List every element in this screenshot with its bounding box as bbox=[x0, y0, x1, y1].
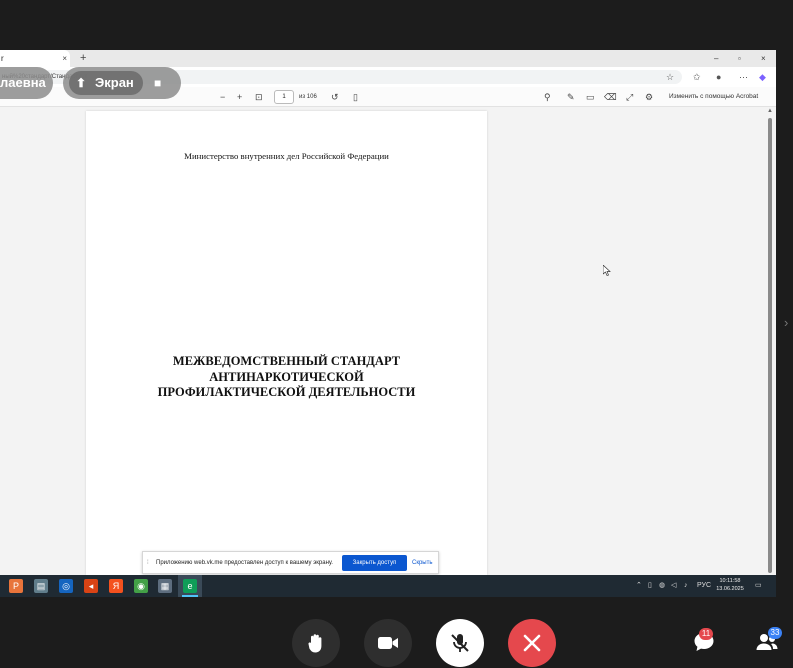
favorite-star-icon[interactable]: ☆ bbox=[666, 71, 674, 83]
tray-expand-icon[interactable]: ⌃ bbox=[636, 579, 642, 593]
new-tab-button[interactable]: + bbox=[80, 50, 86, 67]
active-indicator bbox=[182, 595, 198, 597]
clock-date: 13.06.2025 bbox=[716, 586, 744, 592]
favorites-icon[interactable]: ✩ bbox=[693, 71, 701, 83]
call-screen: r × + – ▫ × ный%20стандарт/Стандарт.pdf … bbox=[0, 0, 793, 668]
fullscreen-icon[interactable]: ⤢ bbox=[626, 90, 633, 104]
shared-browser-window: r × + – ▫ × ный%20стандарт/Стандарт.pdf … bbox=[0, 50, 776, 597]
zoom-in-button[interactable]: + bbox=[237, 90, 242, 104]
edge-icon[interactable]: e bbox=[183, 579, 197, 593]
fit-page-icon[interactable]: ⊡ bbox=[255, 90, 263, 104]
mic-tray-icon[interactable]: ♪ bbox=[684, 579, 688, 593]
hide-notice-link[interactable]: Скрыть bbox=[412, 555, 432, 571]
scroll-up-icon[interactable]: ▲ bbox=[766, 108, 774, 114]
pdf-page: Министерство внутренних дел Российской Ф… bbox=[86, 111, 487, 575]
chat-count-badge: 11 bbox=[699, 628, 713, 640]
notifications-icon[interactable]: ▭ bbox=[755, 579, 762, 593]
chevron-right-icon[interactable]: › bbox=[784, 315, 788, 330]
erase-icon[interactable]: ⌫ bbox=[604, 90, 617, 104]
settings-gear-icon[interactable]: ⚙ bbox=[645, 90, 653, 104]
profile-icon[interactable]: ● bbox=[716, 71, 721, 83]
taskbar-clock[interactable]: 10:11:58 13.06.2025 bbox=[712, 577, 748, 593]
search-icon[interactable]: ⚲ bbox=[544, 90, 551, 104]
language-indicator[interactable]: РУС bbox=[697, 579, 711, 593]
scrollbar-thumb[interactable] bbox=[768, 118, 772, 573]
app-icon-calculator[interactable]: ▦ bbox=[158, 579, 172, 593]
clock-time: 10:11:58 bbox=[719, 578, 741, 584]
app-icon-media[interactable]: ◂ bbox=[84, 579, 98, 593]
zoom-out-button[interactable]: − bbox=[220, 90, 225, 104]
camera-button[interactable] bbox=[364, 619, 412, 667]
mouse-cursor-icon bbox=[603, 265, 611, 276]
screen-share-notification: ⁞ Приложению web.vk.me предоставлен дост… bbox=[142, 551, 439, 574]
tab-close-icon[interactable]: × bbox=[62, 50, 67, 67]
more-menu-icon[interactable]: ⋯ bbox=[739, 71, 748, 83]
microphone-button[interactable] bbox=[436, 619, 484, 667]
scrollbar[interactable]: ▲ bbox=[766, 108, 774, 575]
rotate-icon[interactable]: ↺ bbox=[331, 90, 339, 104]
drag-handle-icon[interactable]: ⁞ bbox=[147, 556, 149, 570]
close-icon bbox=[523, 634, 541, 652]
stop-sharing-button[interactable]: Закрыть доступ bbox=[342, 555, 407, 571]
document-title: МЕЖВЕДОМСТВЕННЫЙ СТАНДАРТ АНТИНАРКОТИЧЕС… bbox=[86, 354, 487, 401]
title-line-3: ПРОФИЛАКТИЧЕСКОЙ ДЕЯТЕЛЬНОСТИ bbox=[157, 385, 416, 399]
network-icon[interactable]: ◍ bbox=[659, 579, 665, 593]
tray-icon-1[interactable]: ▯ bbox=[648, 579, 652, 593]
tab-bar: r × + – ▫ × bbox=[0, 50, 776, 67]
chat-button[interactable]: 11 bbox=[692, 628, 716, 659]
draw-icon[interactable]: ✎ bbox=[567, 90, 575, 104]
video-camera-icon bbox=[378, 637, 398, 649]
highlight-icon[interactable]: ▭ bbox=[586, 90, 595, 104]
camera-small-icon[interactable]: ■ bbox=[154, 67, 161, 99]
volume-icon[interactable]: ◁ bbox=[671, 579, 676, 593]
mic-off-icon bbox=[451, 634, 469, 652]
participant-name: лаевна bbox=[0, 75, 46, 90]
screen-share-chip[interactable]: ⬆ Экран ■ bbox=[63, 67, 181, 99]
screen-share-icon: ⬆ bbox=[76, 76, 87, 90]
document-ministry: Министерство внутренних дел Российской Ф… bbox=[184, 151, 389, 161]
chrome-icon[interactable]: ◉ bbox=[134, 579, 148, 593]
yandex-icon[interactable]: Я bbox=[109, 579, 123, 593]
close-window-button[interactable]: × bbox=[761, 50, 766, 67]
end-call-button[interactable] bbox=[508, 619, 556, 667]
page-number-input[interactable]: 1 bbox=[274, 90, 294, 104]
participant-name-chip[interactable]: лаевна bbox=[0, 67, 53, 99]
title-line-1: МЕЖВЕДОМСТВЕННЫЙ СТАНДАРТ bbox=[172, 354, 401, 368]
pdf-viewer: Министерство внутренних дел Российской Ф… bbox=[0, 108, 776, 575]
maximize-button[interactable]: ▫ bbox=[738, 50, 741, 67]
minimize-button[interactable]: – bbox=[714, 50, 718, 67]
edit-with-acrobat-button[interactable]: Изменить с помощью Acrobat bbox=[669, 90, 758, 104]
app-icon-globe[interactable]: ◎ bbox=[59, 579, 73, 593]
participants-button[interactable]: 33 bbox=[755, 627, 782, 659]
page-count: из 106 bbox=[299, 94, 317, 100]
hand-icon bbox=[308, 634, 322, 653]
app-icon-files[interactable]: ▤ bbox=[34, 579, 48, 593]
raise-hand-button[interactable] bbox=[292, 619, 340, 667]
participants-count-badge: 33 bbox=[768, 627, 782, 639]
browser-tab[interactable]: r × bbox=[0, 50, 70, 67]
page-view-icon[interactable]: ▯ bbox=[353, 90, 358, 104]
title-line-2: АНТИНАРКОТИЧЕСКОЙ bbox=[209, 369, 364, 384]
screen-label: Экран bbox=[95, 75, 134, 90]
windows-taskbar: P ▤ ◎ ◂ Я ◉ ▦ e ⌃ ▯ ◍ ◁ ♪ РУС 10:11:58 1… bbox=[0, 575, 776, 597]
share-notice-text: Приложению web.vk.me предоставлен доступ… bbox=[156, 560, 333, 566]
tab-title: r bbox=[1, 54, 4, 63]
copilot-icon[interactable]: ◆ bbox=[759, 71, 766, 83]
app-icon-ppt[interactable]: P bbox=[9, 579, 23, 593]
